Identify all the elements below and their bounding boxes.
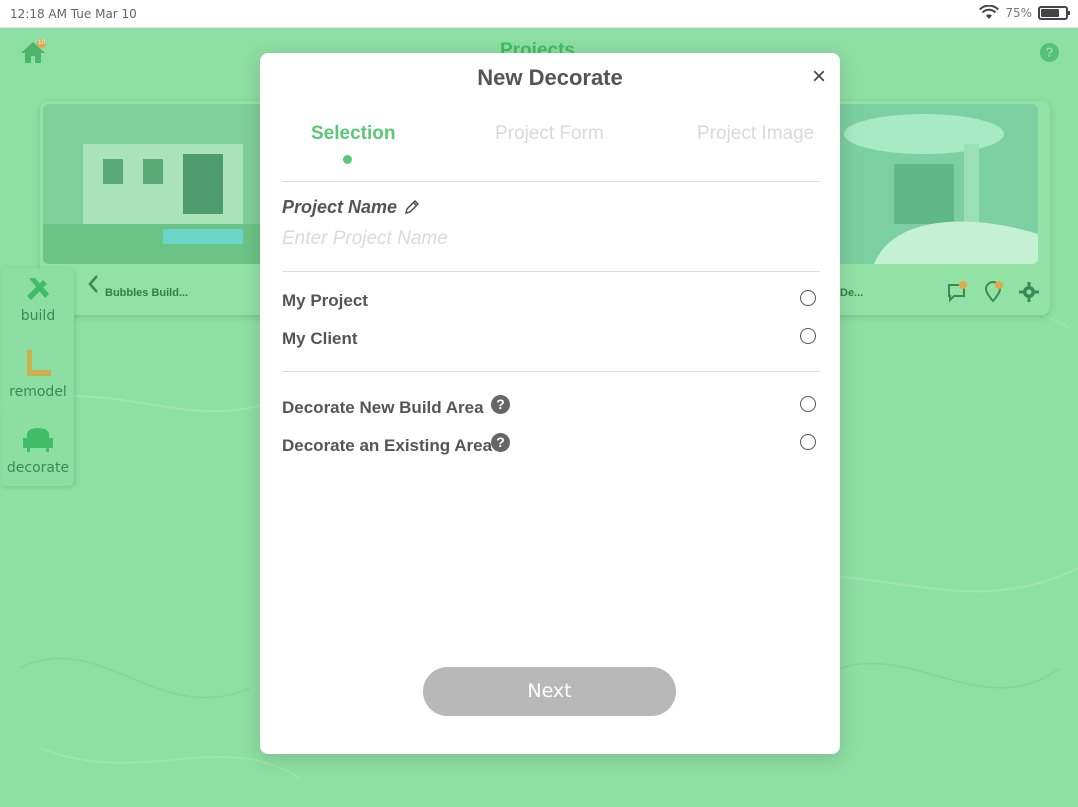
divider <box>282 371 820 372</box>
sofa-icon <box>23 428 53 452</box>
pencil-icon <box>405 200 419 214</box>
project-name-label: Project Name <box>282 197 398 217</box>
active-step-indicator <box>343 155 352 164</box>
battery-fill <box>1041 9 1059 17</box>
sidebar-item-label: build <box>20 308 56 324</box>
sidebar-item-label: decorate <box>6 460 70 476</box>
chevron-left-icon[interactable] <box>86 273 100 295</box>
sidebar-item-decorate[interactable]: decorate <box>2 424 74 476</box>
sidebar-item-label: remodel <box>9 384 67 400</box>
sidebar-item-build[interactable]: build <box>2 272 74 324</box>
battery-icon <box>1038 6 1070 20</box>
divider <box>282 181 820 182</box>
modal-title: New Decorate <box>477 65 623 90</box>
radio-my-client[interactable] <box>800 328 816 344</box>
project-card-label: Bubbles Build... <box>105 287 189 299</box>
category-sidebar: build remodel decorate <box>2 268 74 486</box>
gear-icon[interactable] <box>1018 281 1040 303</box>
battery-percent: 75% <box>1005 6 1032 20</box>
wifi-icon <box>979 5 1000 19</box>
project-card[interactable]: Bubbles Build... <box>40 101 280 315</box>
status-right: 75% <box>979 5 1070 21</box>
close-button[interactable]: × <box>808 65 830 89</box>
status-bar: 12:18 AM Tue Mar 10 75% <box>0 0 1078 28</box>
status-time: 12:18 AM Tue Mar 10 <box>10 7 137 21</box>
project-image <box>43 104 277 264</box>
new-decorate-modal: New Decorate × Selection Project Form Pr… <box>260 53 840 754</box>
build-icon <box>27 278 49 300</box>
radio-decorate-existing-area[interactable] <box>800 434 816 450</box>
project-name-input[interactable] <box>282 225 818 253</box>
option-decorate-existing-area[interactable]: Decorate an Existing Area <box>282 436 492 456</box>
help-icon[interactable]: ? <box>491 395 510 414</box>
location-pin-icon[interactable] <box>982 281 1004 303</box>
step-tabs: Selection Project Form Project Image <box>282 123 820 163</box>
chat-icon[interactable] <box>946 281 968 303</box>
project-card-label: De... <box>840 287 864 299</box>
radio-my-project[interactable] <box>800 290 816 306</box>
sidebar-item-remodel[interactable]: remodel <box>2 348 74 400</box>
project-image <box>814 104 1038 264</box>
tab-project-form[interactable]: Project Form <box>495 123 604 145</box>
help-icon[interactable]: ? <box>491 433 510 452</box>
home-badge: 10 <box>37 39 46 48</box>
help-icon[interactable]: ? <box>1040 43 1059 62</box>
tab-project-image[interactable]: Project Image <box>697 123 814 145</box>
radio-decorate-new-build-area[interactable] <box>800 396 816 412</box>
divider <box>282 271 820 272</box>
tab-selection[interactable]: Selection <box>311 123 395 145</box>
option-my-project[interactable]: My Project <box>282 291 368 311</box>
option-my-client[interactable]: My Client <box>282 329 358 349</box>
card-actions <box>946 281 1040 303</box>
next-button[interactable]: Next <box>423 667 676 716</box>
ruler-icon <box>27 350 51 376</box>
option-decorate-new-build-area[interactable]: Decorate New Build Area <box>282 398 484 418</box>
